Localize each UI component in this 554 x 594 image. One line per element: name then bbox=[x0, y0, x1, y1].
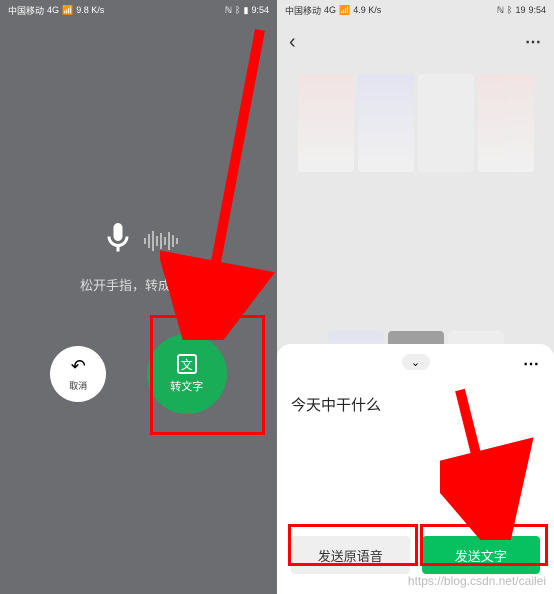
nfc-icon: ℕ bbox=[225, 5, 232, 16]
chat-thumbnail bbox=[418, 74, 474, 172]
time-label: 9:54 bbox=[528, 5, 546, 15]
send-voice-button[interactable]: 发送原语音 bbox=[291, 536, 410, 574]
signal-icon: 📶 bbox=[62, 5, 73, 16]
convert-to-text-button[interactable]: 文 转文字 bbox=[147, 334, 227, 414]
cancel-button[interactable]: ↶ 取消 bbox=[50, 346, 106, 402]
time-label: 9:54 bbox=[251, 5, 269, 15]
nfc-icon: ℕ bbox=[497, 5, 504, 16]
transcription-sheet: ⌄ ⋯ 今天中干什么 发送原语音 发送文字 bbox=[277, 344, 554, 594]
net-label: 4G bbox=[47, 5, 59, 15]
hint-text: 松开手指，转成文字 bbox=[80, 275, 197, 294]
sound-wave-icon bbox=[144, 231, 178, 251]
bluetooth-icon: ᛒ bbox=[235, 5, 240, 15]
chat-thumbnail bbox=[298, 74, 354, 172]
carrier-label: 中国移动 bbox=[285, 4, 321, 17]
screen-voice-recording: 中国移动 4G 📶 9.8 K/s ℕ ᛒ ▮ 9:54 松开手指，转成文字 bbox=[0, 0, 277, 594]
convert-label: 转文字 bbox=[170, 378, 203, 394]
cancel-label: 取消 bbox=[69, 379, 87, 392]
screen-transcription-sheet: 中国移动 4G 📶 4.9 K/s ℕ ᛒ 19 9:54 ‹ ⋯ ⌄ ⋯ bbox=[277, 0, 554, 594]
carrier-label: 中国移动 bbox=[8, 4, 44, 17]
mic-visualizer: 松开手指，转成文字 bbox=[0, 220, 277, 294]
sheet-more-button[interactable]: ⋯ bbox=[523, 354, 540, 374]
send-text-button[interactable]: 发送文字 bbox=[422, 536, 541, 574]
send-text-label: 发送文字 bbox=[455, 546, 507, 565]
battery-label: 19 bbox=[515, 5, 525, 15]
transcription-text: 今天中干什么 bbox=[291, 394, 540, 415]
speed-label: 9.8 K/s bbox=[76, 5, 104, 15]
chat-thumbnail bbox=[478, 74, 534, 172]
chat-thumbnail bbox=[358, 74, 414, 172]
text-icon: 文 bbox=[177, 354, 197, 374]
microphone-icon bbox=[100, 220, 136, 261]
send-voice-label: 发送原语音 bbox=[318, 546, 383, 565]
undo-icon: ↶ bbox=[71, 356, 86, 377]
nav-bar: ‹ ⋯ bbox=[277, 20, 554, 64]
sheet-collapse-handle[interactable]: ⌄ bbox=[402, 354, 430, 370]
status-bar: 中国移动 4G 📶 9.8 K/s ℕ ᛒ ▮ 9:54 bbox=[0, 0, 277, 20]
speed-label: 4.9 K/s bbox=[353, 5, 381, 15]
bluetooth-icon: ᛒ bbox=[507, 5, 512, 15]
back-button[interactable]: ‹ bbox=[289, 31, 296, 54]
chevron-down-icon: ⌄ bbox=[411, 356, 420, 369]
status-bar: 中国移动 4G 📶 4.9 K/s ℕ ᛒ 19 9:54 bbox=[277, 0, 554, 20]
signal-icon: 📶 bbox=[339, 5, 350, 16]
more-button[interactable]: ⋯ bbox=[525, 32, 542, 52]
battery-icon: ▮ bbox=[244, 5, 249, 16]
net-label: 4G bbox=[324, 5, 336, 15]
